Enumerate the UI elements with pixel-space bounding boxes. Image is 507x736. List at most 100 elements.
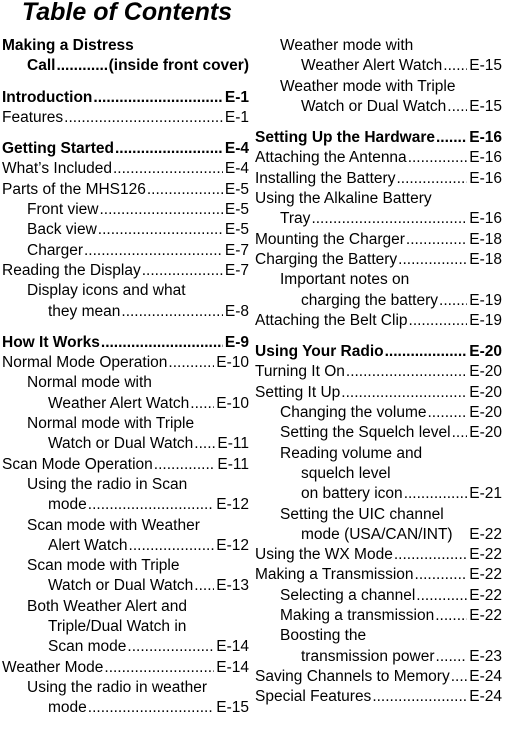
- toc-entry[interactable]: Weather mode with: [255, 36, 502, 56]
- toc-entry[interactable]: Weather mode with Triple: [255, 77, 502, 97]
- toc-leader-dots: [154, 455, 216, 475]
- toc-entry[interactable]: Back view E-5: [2, 220, 249, 240]
- toc-entry-title: Scan Mode Operation: [2, 455, 153, 473]
- toc-leader-dots: [121, 302, 222, 322]
- toc-entry[interactable]: Making a Transmission E-22: [255, 565, 502, 585]
- toc-entry[interactable]: Attaching the Antenna E-16: [255, 148, 502, 168]
- toc-entry-page: E-4: [224, 140, 249, 158]
- toc-entry-title: Turning It On: [255, 363, 345, 381]
- toc-entry[interactable]: Important notes on: [255, 270, 502, 290]
- toc-entry[interactable]: Making a Distress: [2, 36, 249, 56]
- toc-entry[interactable]: Features E-1: [2, 108, 249, 128]
- toc-entry[interactable]: Introduction E-1: [2, 88, 249, 108]
- toc-entry[interactable]: Display icons and what: [2, 281, 249, 301]
- toc-leader-dots: [101, 333, 223, 353]
- toc-entry[interactable]: Using the radio in weather: [2, 678, 249, 698]
- toc-leader-dots: [409, 311, 468, 331]
- toc-leader-dots: [346, 362, 467, 382]
- toc-entry[interactable]: Watch or Dual Watch E-11: [2, 434, 249, 454]
- toc-entry[interactable]: Scan mode with Triple: [2, 556, 249, 576]
- toc-entry[interactable]: Weather Mode E-14: [2, 658, 249, 678]
- toc-entry[interactable]: Call (inside front cover): [2, 56, 249, 76]
- toc-entry[interactable]: mode E-12: [2, 495, 249, 515]
- toc-entry-page: E-12: [216, 536, 249, 554]
- toc-entry[interactable]: Saving Channels to Memory E-24: [255, 667, 502, 687]
- toc-leader-dots: [341, 383, 467, 403]
- toc-entry[interactable]: they mean E-8: [2, 302, 249, 322]
- toc-entry-title: Making a transmission: [280, 607, 435, 625]
- toc-entry-page: E-20: [469, 404, 502, 422]
- toc-entry[interactable]: Getting Started E-4: [2, 139, 249, 159]
- toc-entry[interactable]: Normal Mode Operation E-10: [2, 353, 249, 373]
- toc-entry-title: Making a Transmission: [255, 566, 414, 584]
- toc-entry[interactable]: Setting It Up E-20: [255, 383, 502, 403]
- toc-entry[interactable]: charging the battery E-19: [255, 291, 502, 311]
- toc-entry-title: Weather mode with Triple: [280, 77, 456, 95]
- toc-entry-title: Using the radio in weather: [27, 678, 208, 696]
- toc-entry[interactable]: mode (USA/CAN/INT) E-22: [255, 525, 502, 545]
- toc-leader-dots: [84, 241, 223, 261]
- toc-entry-page: E-16: [469, 149, 502, 167]
- toc-entry[interactable]: Using Your Radio E-20: [255, 342, 502, 362]
- toc-leader-dots: [372, 687, 467, 707]
- toc-entry[interactable]: Setting Up the Hardware E-16: [255, 128, 502, 148]
- toc-entry[interactable]: Triple/Dual Watch in: [2, 617, 249, 637]
- toc-entry[interactable]: How It Works E-9: [2, 333, 249, 353]
- toc-entry[interactable]: Mounting the Charger E-18: [255, 230, 502, 250]
- toc-entry[interactable]: Selecting a channel E-22: [255, 586, 502, 606]
- toc-entry[interactable]: Watch or Dual Watch E-13: [2, 576, 249, 596]
- toc-entry[interactable]: Weather Alert Watch E-15: [255, 56, 502, 76]
- toc-entry[interactable]: What’s Included E-4: [2, 159, 249, 179]
- toc-entry-title: Scan mode with Weather: [27, 516, 200, 534]
- toc-leader-dots: [100, 200, 223, 220]
- toc-entry[interactable]: Normal mode with: [2, 373, 249, 393]
- toc-entry[interactable]: Attaching the Belt Clip E-19: [255, 311, 502, 331]
- toc-entry-page: E-19: [469, 291, 502, 309]
- toc-entry[interactable]: Both Weather Alert and: [2, 597, 249, 617]
- toc-entry-title: Reading volume and: [280, 444, 423, 462]
- toc-entry[interactable]: Boosting the: [255, 626, 502, 646]
- toc-entry-title: Using the Alkaline Battery: [255, 190, 432, 208]
- toc-entry-title: Special Features: [255, 688, 372, 706]
- toc-entry[interactable]: Making a transmission E-22: [255, 606, 502, 626]
- toc-entry[interactable]: Alert Watch E-12: [2, 536, 249, 556]
- toc-leader-dots: [194, 576, 214, 596]
- toc-entry[interactable]: Reading the Display E-7: [2, 261, 249, 281]
- toc-entry-page: E-7: [224, 261, 249, 279]
- toc-entry[interactable]: Parts of the MHS126 E-5: [2, 180, 249, 200]
- toc-entry[interactable]: Installing the Battery E-16: [255, 169, 502, 189]
- toc-entry[interactable]: Setting the UIC channel: [255, 505, 502, 525]
- toc-entry[interactable]: Charger E-7: [2, 241, 249, 261]
- toc-entry[interactable]: Reading volume and: [255, 444, 502, 464]
- toc-entry-title: Boosting the: [280, 627, 367, 645]
- toc-entry[interactable]: Special Features E-24: [255, 687, 502, 707]
- toc-entry-title: Setting It Up: [255, 383, 341, 401]
- toc-entry[interactable]: transmission power E-23: [255, 647, 502, 667]
- toc-entry[interactable]: on battery icon E-21: [255, 484, 502, 504]
- toc-entry[interactable]: Setting the Squelch level E-20: [255, 423, 502, 443]
- toc-entry-title: Back view: [27, 221, 97, 239]
- toc-entry[interactable]: Scan Mode Operation E-11: [2, 455, 249, 475]
- toc-entry[interactable]: Scan mode E-14: [2, 637, 249, 657]
- toc-entry[interactable]: Using the WX Mode E-22: [255, 545, 502, 565]
- toc-entry[interactable]: Tray E-16: [255, 209, 502, 229]
- toc-entry[interactable]: mode E-15: [2, 698, 249, 718]
- toc-entry-title: Scan mode with Triple: [27, 557, 180, 575]
- toc-entry[interactable]: Changing the volume E-20: [255, 403, 502, 423]
- toc-entry-title: Installing the Battery: [255, 169, 396, 187]
- toc-entry-title: Watch or Dual Watch: [48, 435, 194, 453]
- toc-entry[interactable]: Using the radio in Scan: [2, 475, 249, 495]
- toc-entry-title: Scan mode: [48, 638, 127, 656]
- toc-entry[interactable]: squelch level: [255, 464, 502, 484]
- toc-entry[interactable]: Scan mode with Weather: [2, 516, 249, 536]
- toc-entry[interactable]: Front view E-5: [2, 200, 249, 220]
- toc-entry[interactable]: Using the Alkaline Battery: [255, 189, 502, 209]
- toc-entry-title: Normal mode with Triple: [27, 415, 195, 433]
- toc-entry[interactable]: Normal mode with Triple: [2, 414, 249, 434]
- toc-entry-title: they mean: [48, 302, 121, 320]
- toc-entry[interactable]: Watch or Dual Watch E-15: [255, 97, 502, 117]
- toc-entry[interactable]: Turning It On E-20: [255, 362, 502, 382]
- toc-entry[interactable]: Charging the Battery E-18: [255, 250, 502, 270]
- toc-entry-page: E-22: [469, 566, 502, 584]
- toc-entry[interactable]: Weather Alert Watch E-10: [2, 394, 249, 414]
